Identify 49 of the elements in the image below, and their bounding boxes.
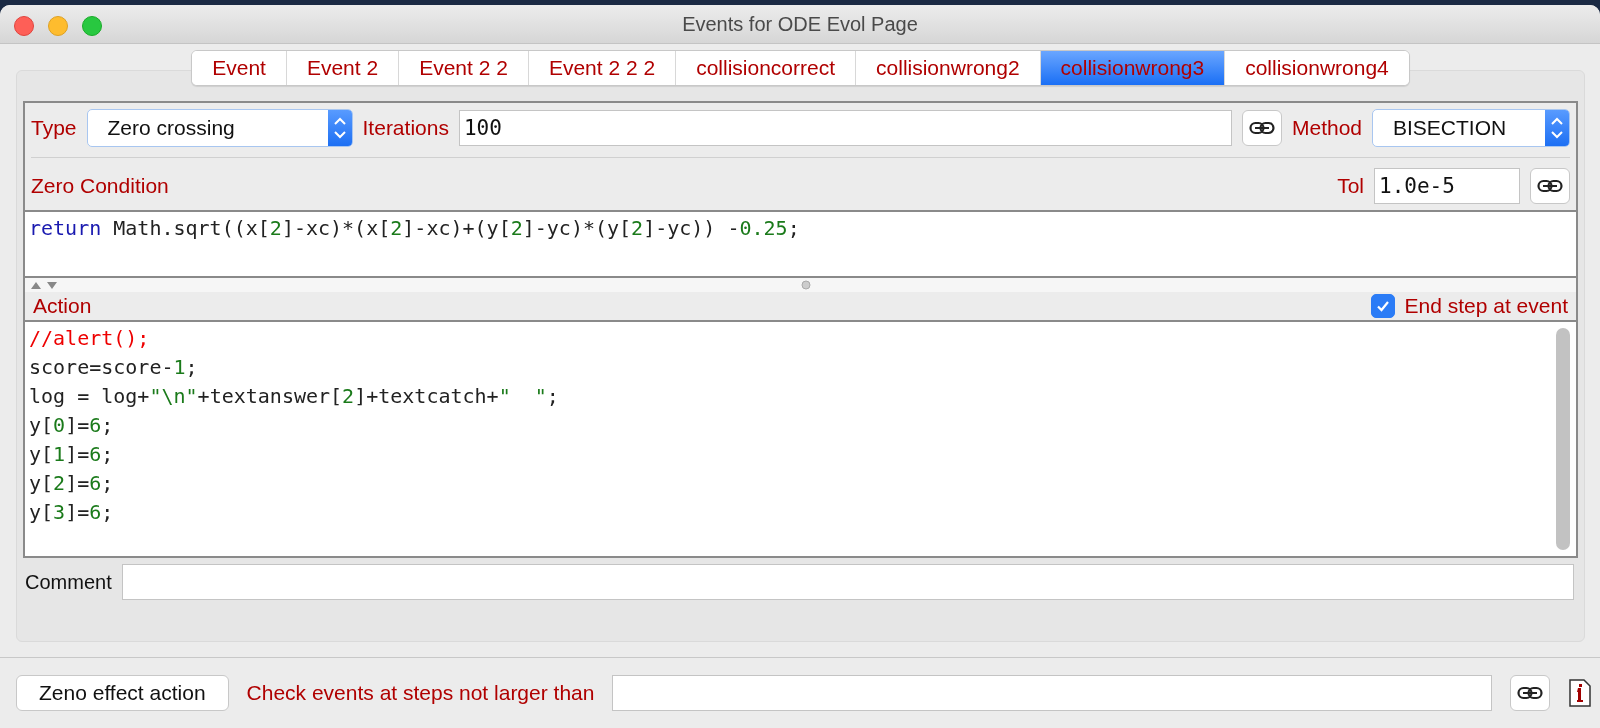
end-step-label: End step at event <box>1404 294 1568 318</box>
iterations-field[interactable]: 100 <box>458 110 1232 146</box>
code-line: log = log+"\n"+textanswer[2]+textcatch+" "; <box>29 383 560 410</box>
tab[interactable]: collisioncorrect <box>675 51 856 85</box>
code-line: //alert(); <box>29 325 151 352</box>
method-select[interactable]: BISECTION <box>1372 109 1570 147</box>
code-line: y[2]=6; <box>29 470 115 497</box>
chain-link-icon <box>1248 121 1275 135</box>
link-button[interactable] <box>1241 110 1282 146</box>
tab[interactable]: Event 2 <box>285 51 399 85</box>
tab[interactable]: Event <box>192 51 286 85</box>
code-line: y[1]=6; <box>29 441 115 468</box>
window-title: Events for ODE Evol Page <box>682 12 918 36</box>
chain-link-icon <box>1517 686 1543 700</box>
max-step-field[interactable] <box>612 675 1492 711</box>
tol-label: Tol <box>1337 174 1364 198</box>
stepper-arrows-icon <box>1545 110 1569 146</box>
comment-label: Comment <box>25 570 112 594</box>
iterations-label: Iterations <box>362 116 449 140</box>
split-handle-icon[interactable] <box>800 280 811 290</box>
minimize-button[interactable] <box>48 16 68 36</box>
code-line: y[0]=6; <box>29 412 115 439</box>
tab[interactable]: collisionwrong4 <box>1224 51 1409 85</box>
action-label: Action <box>33 294 92 318</box>
action-editor[interactable]: //alert(); score=score-1; log = log+"\n"+textanswer[2]+textcatch+" "; y[0]=6; y[1]=6; y[2]=6; y[3]=6; <box>25 320 1576 558</box>
comment-field[interactable] <box>121 564 1574 600</box>
tab[interactable]: Event 2 2 <box>398 51 528 85</box>
zeno-effect-button[interactable]: Zeno effect action <box>16 675 229 711</box>
close-button[interactable] <box>14 16 34 36</box>
end-step-checkbox[interactable] <box>1370 294 1395 318</box>
link-button[interactable] <box>1530 168 1570 204</box>
link-button[interactable] <box>1510 675 1550 711</box>
stepper-arrows-icon <box>327 110 352 146</box>
scrollbar[interactable] <box>1556 328 1570 550</box>
zoom-button[interactable] <box>82 16 102 36</box>
type-label: Type <box>31 116 77 140</box>
check-steps-label: Check events at steps not larger than <box>246 681 595 705</box>
tol-field[interactable]: 1.0e-5 <box>1374 168 1520 204</box>
zero-condition-label: Zero Condition <box>31 174 169 198</box>
chain-link-icon <box>1537 179 1563 193</box>
info-document-icon[interactable] <box>1568 678 1592 708</box>
tab[interactable]: collisionwrong2 <box>855 51 1040 85</box>
method-label: Method <box>1291 116 1362 140</box>
type-select[interactable]: Zero crossing <box>86 109 353 147</box>
code-line: score=score-1; <box>29 354 199 381</box>
tab[interactable]: Event 2 2 2 <box>527 51 676 85</box>
code-line: y[3]=6; <box>29 499 115 526</box>
code-line: return Math.sqrt((x[2]-xc)*(x[2]-xc)+(y[2]-yc)*(y[2]-yc)) -0.25; <box>29 215 801 242</box>
condition-editor[interactable]: return Math.sqrt((x[2]-xc)*(x[2]-xc)+(y[2]-yc)*(y[2]-yc)) -0.25; <box>25 210 1576 278</box>
